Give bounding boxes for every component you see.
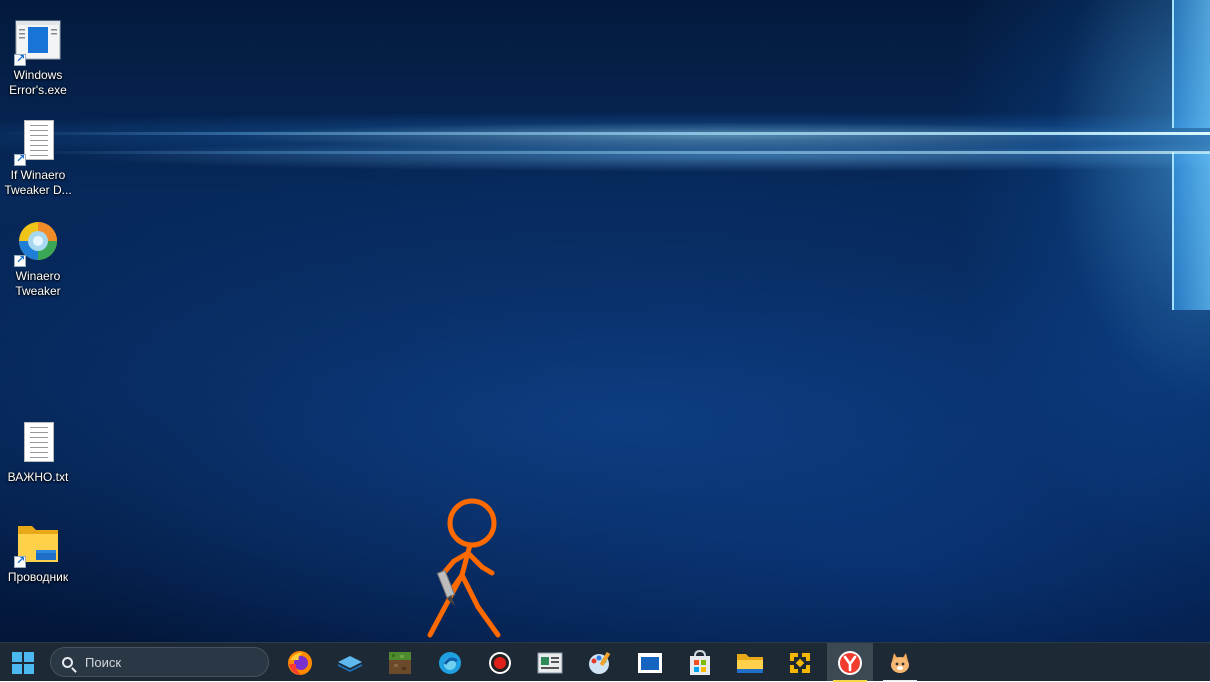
taskbar-app-recorder[interactable] bbox=[477, 643, 523, 682]
taskbar-app-edge[interactable] bbox=[427, 643, 473, 682]
vmware-icon bbox=[789, 651, 811, 674]
taskbar-app-yandex-browser[interactable] bbox=[827, 643, 873, 682]
desktop-icon-explorer[interactable]: Проводник bbox=[0, 520, 76, 585]
wallpaper-light-streak bbox=[0, 132, 1210, 135]
folder-icon bbox=[14, 520, 62, 568]
text-document-icon bbox=[14, 420, 62, 468]
taskbar-app-cat[interactable] bbox=[877, 643, 923, 682]
taskbar: Поиск bbox=[0, 642, 1210, 682]
wallpaper-window-pane bbox=[1172, 152, 1210, 310]
wallpaper-light-streak bbox=[0, 151, 1210, 154]
taskbar-app-layers[interactable] bbox=[327, 643, 373, 682]
minecraft-icon bbox=[389, 651, 411, 674]
desktop-icon-label: ВАЖНО.txt bbox=[7, 470, 69, 484]
taskbar-app-minecraft[interactable] bbox=[377, 643, 423, 682]
desktop-icon-label: Windows Error's.exe bbox=[9, 68, 67, 97]
paint-icon bbox=[589, 651, 611, 674]
start-button[interactable] bbox=[0, 643, 46, 682]
yandex-browser-icon bbox=[838, 650, 862, 675]
desktop-icon-label: If Winaero Tweaker D... bbox=[4, 168, 72, 197]
search-placeholder: Поиск bbox=[85, 654, 122, 670]
taskbar-app-explorer[interactable] bbox=[727, 643, 773, 682]
edge-icon bbox=[439, 651, 461, 674]
store-icon bbox=[690, 649, 710, 675]
file-explorer-icon bbox=[737, 653, 763, 673]
desktop-wallpaper[interactable]: Windows Error's.exe If Winaero Tweaker D… bbox=[0, 0, 1210, 642]
desktop-icon-windows-errors[interactable]: Windows Error's.exe bbox=[0, 18, 76, 98]
windows-errors-app-icon bbox=[14, 18, 62, 66]
desktop-icon-winaero-doc[interactable]: If Winaero Tweaker D... bbox=[0, 118, 76, 198]
desktop-icon-label: Проводник bbox=[7, 570, 69, 584]
taskbar-app-paint[interactable] bbox=[577, 643, 623, 682]
search-box[interactable]: Поиск bbox=[50, 647, 269, 677]
desktop-icon-label: Winaero Tweaker bbox=[15, 269, 61, 298]
cat-app-icon bbox=[891, 652, 909, 673]
taskbar-app-news[interactable] bbox=[527, 643, 573, 682]
news-app-icon bbox=[537, 652, 563, 673]
shortcut-arrow-icon bbox=[14, 52, 26, 66]
stick-figure-animation bbox=[427, 498, 501, 638]
media-window-icon bbox=[638, 652, 662, 673]
desktop-icon-vazhno-txt[interactable]: ВАЖНО.txt bbox=[0, 420, 76, 485]
shortcut-arrow-icon bbox=[14, 253, 26, 267]
taskbar-app-media[interactable] bbox=[627, 643, 673, 682]
shortcut-arrow-icon bbox=[14, 554, 26, 568]
desktop-icon-winaero-tweaker[interactable]: Winaero Tweaker bbox=[0, 219, 76, 299]
layers-app-icon bbox=[338, 655, 362, 672]
search-icon bbox=[62, 656, 73, 668]
text-document-icon bbox=[14, 118, 62, 166]
taskbar-app-firefox[interactable] bbox=[277, 643, 323, 682]
firefox-icon bbox=[288, 650, 312, 675]
taskbar-app-store[interactable] bbox=[677, 643, 723, 682]
shortcut-arrow-icon bbox=[14, 152, 26, 166]
taskbar-app-vmware[interactable] bbox=[777, 643, 823, 682]
record-icon bbox=[489, 651, 511, 674]
windows-start-icon bbox=[12, 651, 34, 674]
winaero-tweaker-icon bbox=[14, 219, 62, 267]
wallpaper-window-pane bbox=[1172, 0, 1210, 128]
